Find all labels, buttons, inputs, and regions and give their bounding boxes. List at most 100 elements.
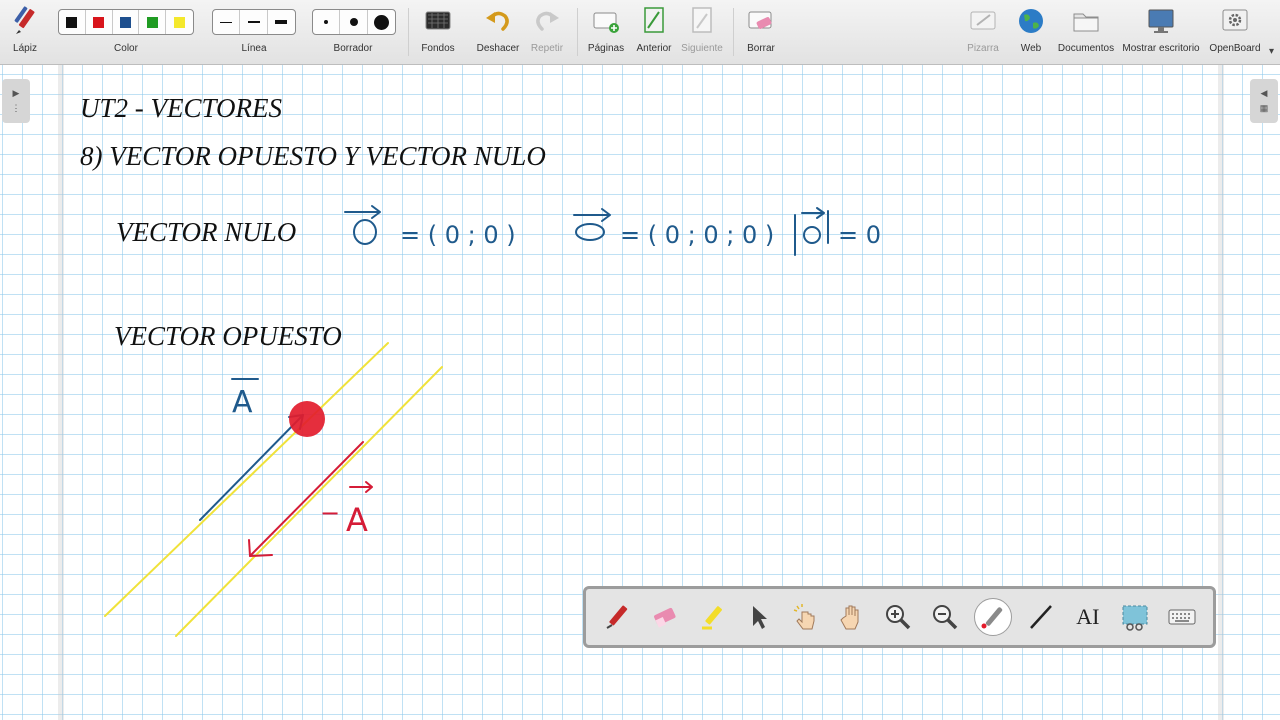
capture-tool[interactable] [1117,599,1153,635]
color-yellow[interactable] [166,10,193,34]
zoom-out-tool[interactable] [927,599,963,635]
capture-icon [1122,605,1148,631]
undo-icon [486,11,509,31]
pen-label: Lápiz [13,43,37,54]
highlighter-icon [702,606,723,630]
null-vector-2d-symbol [344,205,381,245]
line-icon [1030,605,1052,629]
color-swatch-green [146,16,158,28]
line-thin[interactable] [213,10,241,34]
settings-gear-icon [1222,9,1248,31]
previous-label: Anterior [636,43,672,54]
line-tool[interactable] [1023,599,1059,635]
line-label: Línea [241,43,267,54]
color-swatch-yellow [174,16,186,28]
toolbar-separator [733,8,734,56]
board-icon [970,11,996,30]
laser-pointer-dot [289,401,325,437]
magnitude-symbol [794,207,829,256]
pages-label: Páginas [587,43,625,54]
show-desktop-label: Mostrar escritorio [1122,43,1200,54]
next-label: Siguiente [681,43,723,54]
pages-button[interactable]: Páginas [582,0,630,64]
add-page-icon [593,12,619,33]
backgrounds-button[interactable]: Fondos [414,0,462,64]
zoom-in-icon [886,605,911,630]
eraser-size-palette [312,9,396,35]
color-blue[interactable] [113,10,140,34]
clear-page-icon [748,11,772,29]
monitor-icon [1148,9,1174,33]
virtual-keyboard-tool[interactable] [1164,599,1200,635]
pen-icon [14,6,35,34]
openboard-label: OpenBoard [1209,43,1261,54]
previous-page-button[interactable]: Anterior [630,0,678,64]
eraser-small[interactable] [313,10,341,34]
main-toolbar: Lápiz Color Línea Borrador Fondos Deshac… [0,0,1280,65]
select-tool[interactable] [740,599,776,635]
eraser-label: Borrador [333,43,373,54]
line-width-palette [212,9,296,35]
board-mode-button[interactable]: Pizarra [960,0,1006,64]
pen-icon [606,605,628,629]
highlighter-tool[interactable] [693,599,729,635]
color-swatch-blue [119,16,131,28]
next-page-icon [692,7,712,33]
documents-label: Documentos [1057,43,1115,54]
pen-tool-button[interactable]: Lápiz [0,0,50,64]
vector-a-line [199,414,304,521]
null-vector-3d-components: = ( 0 ; 0 ; 0 ) [620,221,774,249]
eraser-medium[interactable] [340,10,368,34]
interact-tool[interactable] [787,599,823,635]
hand-icon [840,605,859,630]
line-medium[interactable] [240,10,268,34]
vector-minus-a-label: A [346,501,368,539]
clear-page-button[interactable]: Borrar [738,0,784,64]
show-desktop-button[interactable]: Mostrar escritorio [1118,0,1204,64]
undo-button[interactable]: Deshacer [472,0,524,64]
color-black[interactable] [59,10,86,34]
globe-icon [1019,9,1043,33]
board-label: Pizarra [967,43,999,54]
zoom-out-icon [933,605,958,630]
keyboard-icon [1168,609,1196,625]
web-label: Web [1020,43,1042,54]
web-button[interactable]: Web [1008,0,1054,64]
eraser-large[interactable] [368,10,395,34]
null-vector-magnitude: = 0 [838,221,881,249]
minus-sign-label: − [320,499,340,527]
vector-a-label: A [232,385,253,420]
eraser-tool[interactable] [646,599,682,635]
floating-toolbar: AI [583,586,1216,648]
laser-pointer-icon [981,607,1003,629]
openboard-menu-button[interactable]: OpenBoard [1206,0,1264,64]
undo-label: Deshacer [476,43,520,54]
color-palette [58,9,194,35]
text-tool[interactable]: AI [1070,599,1106,635]
clear-label: Borrar [747,43,775,54]
color-swatch-red [93,16,105,28]
color-green[interactable] [139,10,167,34]
backgrounds-label: Fondos [421,43,455,54]
zoom-in-tool[interactable] [880,599,916,635]
laser-pointer-tool[interactable] [974,598,1013,636]
line-thick[interactable] [268,10,295,34]
folder-icon [1073,13,1099,32]
documents-button[interactable]: Documentos [1058,0,1114,64]
toolbar-separator [577,8,578,56]
hand-tool[interactable] [834,599,870,635]
redo-label: Repetir [530,43,564,54]
redo-button[interactable]: Repetir [524,0,570,64]
pen-tool[interactable] [599,599,635,635]
backgrounds-icon [425,11,451,30]
color-red[interactable] [86,10,113,34]
next-page-button[interactable]: Siguiente [678,0,726,64]
line-medium-icon [247,21,260,23]
interact-hand-icon [793,604,815,630]
null-vector-2d-components: = ( 0 ; 0 ) [400,221,516,249]
collapse-toolbar-icon[interactable]: ▾ [1269,46,1274,57]
text-icon: AI [1076,604,1100,629]
eraser-medium-icon [349,18,358,26]
pointer-icon [752,606,767,629]
vector-minus-a-arrow [349,481,373,493]
